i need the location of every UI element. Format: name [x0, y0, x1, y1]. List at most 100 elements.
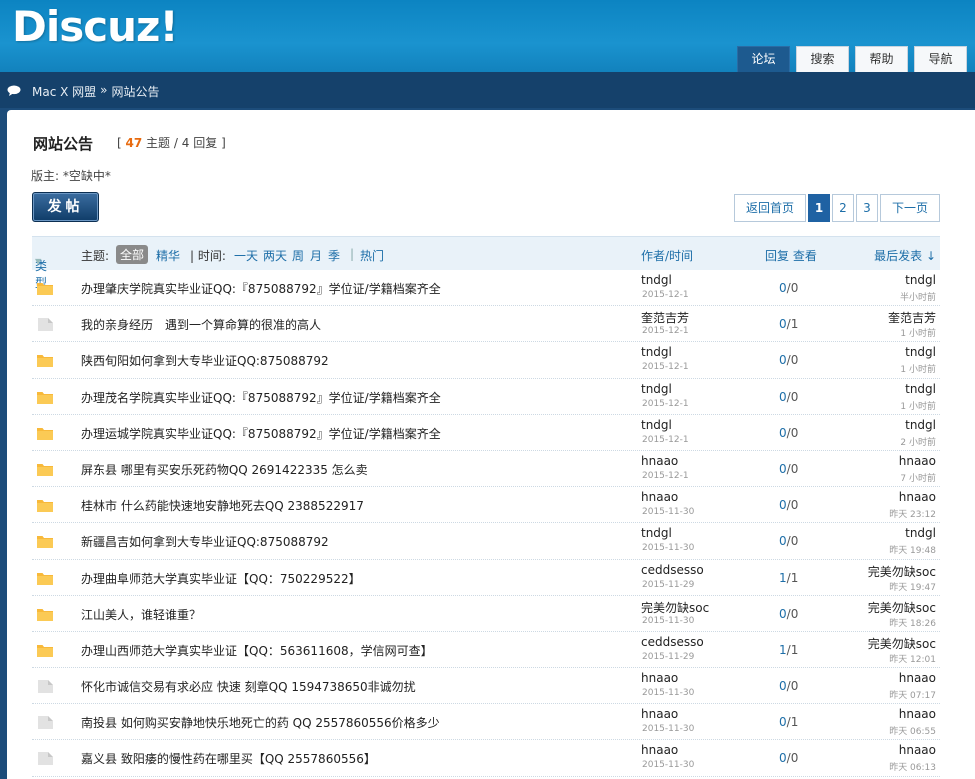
- reply-count[interactable]: 0: [779, 498, 787, 512]
- reply-count[interactable]: 0: [779, 751, 787, 765]
- last-post-time[interactable]: 昨天 07:17: [889, 688, 936, 701]
- reply-count[interactable]: 0: [779, 426, 787, 440]
- last-post-time[interactable]: 昨天 23:12: [889, 507, 936, 520]
- breadcrumb-current-link[interactable]: 网站公告: [112, 83, 160, 100]
- sort-author-time[interactable]: 作者/时间: [641, 247, 693, 264]
- last-post-time[interactable]: 昨天 12:01: [889, 652, 936, 665]
- thread-title-link[interactable]: 屏东县 哪里有买安乐死药物QQ 2691422335 怎么卖: [81, 461, 368, 478]
- last-poster-link[interactable]: hnaao: [899, 671, 936, 685]
- next-page-button[interactable]: 下一页: [880, 194, 940, 222]
- new-post-button[interactable]: 发帖: [32, 192, 99, 222]
- last-post-time[interactable]: 昨天 06:55: [889, 724, 936, 737]
- thread-author-link[interactable]: 完美勿缺soc: [641, 599, 709, 616]
- thread-author-link[interactable]: tndgl: [641, 526, 672, 540]
- thread-title-link[interactable]: 嘉义县 致阳痿的慢性药在哪里买【QQ 2557860556】: [81, 750, 376, 767]
- reply-count[interactable]: 0: [779, 679, 787, 693]
- reply-count[interactable]: 0: [779, 317, 787, 331]
- filter-time-week[interactable]: 周: [292, 247, 304, 264]
- last-post-time[interactable]: 1 小时前: [900, 399, 936, 412]
- reply-view-counts: 0/0: [779, 462, 798, 476]
- reply-count[interactable]: 0: [779, 462, 787, 476]
- reply-count[interactable]: 0: [779, 534, 787, 548]
- site-logo[interactable]: Discuz!: [12, 2, 179, 51]
- thread-title-link[interactable]: 我的亲身经历 遇到一个算命算的很准的高人: [81, 316, 321, 333]
- nav-tab-search[interactable]: 搜索: [796, 46, 849, 72]
- filter-time-month[interactable]: 月: [310, 247, 322, 264]
- last-poster-link[interactable]: hnaao: [899, 743, 936, 757]
- thread-author-link[interactable]: hnaao: [641, 743, 678, 757]
- last-post-time[interactable]: 1 小时前: [900, 326, 936, 339]
- last-poster-link[interactable]: tndgl: [905, 418, 936, 432]
- thread-row: 桂林市 什么药能快速地安静地死去QQ 2388522917 hnaao 2015-1…: [32, 487, 940, 524]
- last-poster-link[interactable]: 奎范吉芳: [888, 309, 936, 326]
- thread-title-link[interactable]: 江山美人，谁轻谁重？: [81, 606, 201, 623]
- thread-title-link[interactable]: 桂林市 什么药能快速地安静地死去QQ 2388522917: [81, 497, 364, 514]
- last-poster-link[interactable]: tndgl: [905, 526, 936, 540]
- reply-count[interactable]: 0: [779, 281, 787, 295]
- nav-tab-navigation[interactable]: 导航: [914, 46, 967, 72]
- last-post-time[interactable]: 昨天 19:47: [889, 580, 936, 593]
- filter-time-one-day[interactable]: 一天: [234, 247, 258, 264]
- breadcrumb-site-link[interactable]: Mac X 网盟: [32, 83, 96, 100]
- thread-author-link[interactable]: ceddsesso: [641, 563, 704, 577]
- thread-date: 2015-11-29: [642, 651, 695, 662]
- last-poster-link[interactable]: hnaao: [899, 707, 936, 721]
- nav-tab-help[interactable]: 帮助: [855, 46, 908, 72]
- filter-hot[interactable]: 热门: [360, 247, 384, 264]
- page-3-button[interactable]: 3: [856, 194, 878, 222]
- last-poster-link[interactable]: tndgl: [905, 382, 936, 396]
- thread-author-link[interactable]: hnaao: [641, 454, 678, 468]
- last-post-time[interactable]: 2 小时前: [900, 435, 936, 448]
- thread-title-link[interactable]: 办理运城学院真实毕业证QQ:『875088792』学位证/学籍档案齐全: [81, 425, 441, 442]
- last-poster-link[interactable]: hnaao: [899, 454, 936, 468]
- thread-title-link[interactable]: 怀化市诚信交易有求必应 快速 刻章QQ 1594738650非诚勿扰: [81, 678, 416, 695]
- last-poster-link[interactable]: 完美勿缺soc: [868, 563, 936, 580]
- last-post-time[interactable]: 昨天 19:48: [889, 543, 936, 556]
- thread-title-link[interactable]: 办理茂名学院真实毕业证QQ:『875088792』学位证/学籍档案齐全: [81, 389, 441, 406]
- page-2-button[interactable]: 2: [832, 194, 854, 222]
- reply-count-label: 回复: [193, 136, 218, 150]
- last-post-time[interactable]: 7 小时前: [900, 471, 936, 484]
- thread-author-link[interactable]: ceddsesso: [641, 635, 704, 649]
- filter-all[interactable]: 全部: [116, 245, 149, 264]
- thread-author-link[interactable]: hnaao: [641, 707, 678, 721]
- last-poster-link[interactable]: hnaao: [899, 490, 936, 504]
- thread-title-link[interactable]: 办理山西师范大学真实毕业证【QQ：563611608，学信网可查】: [81, 642, 433, 659]
- sort-reply-view[interactable]: 回复 查看: [765, 247, 817, 264]
- last-post-time[interactable]: 昨天 06:13: [889, 760, 936, 773]
- page-1-button[interactable]: 1: [808, 194, 830, 222]
- thread-title-link[interactable]: 新疆昌吉如何拿到大专毕业证QQ:875088792: [81, 533, 329, 550]
- last-poster-link[interactable]: tndgl: [905, 273, 936, 287]
- last-poster-link[interactable]: 完美勿缺soc: [868, 599, 936, 616]
- view-count: 0: [790, 534, 799, 549]
- back-to-home-button[interactable]: 返回首页: [734, 194, 806, 222]
- last-poster-link[interactable]: tndgl: [905, 345, 936, 359]
- thread-date: 2015-11-30: [642, 543, 695, 554]
- thread-author-link[interactable]: tndgl: [641, 418, 672, 432]
- reply-count[interactable]: 0: [779, 607, 787, 621]
- thread-author-link[interactable]: tndgl: [641, 273, 672, 287]
- reply-count[interactable]: 1: [779, 643, 787, 657]
- filter-digest[interactable]: 精华: [156, 247, 180, 264]
- thread-title-link[interactable]: 陕西旬阳如何拿到大专毕业证QQ:875088792: [81, 352, 329, 369]
- last-post-time[interactable]: 1 小时前: [900, 362, 936, 375]
- nav-tab-forum[interactable]: 论坛: [737, 46, 790, 72]
- sort-last-post[interactable]: 最后发表 ↓: [874, 247, 936, 264]
- thread-author-link[interactable]: hnaao: [641, 671, 678, 685]
- last-post-time[interactable]: 昨天 18:26: [889, 616, 936, 629]
- last-poster-link[interactable]: 完美勿缺soc: [868, 635, 936, 652]
- last-post-time[interactable]: 半小时前: [900, 290, 936, 303]
- thread-author-link[interactable]: tndgl: [641, 345, 672, 359]
- thread-author-link[interactable]: 奎范吉芳: [641, 309, 689, 326]
- reply-count[interactable]: 1: [779, 571, 787, 585]
- thread-author-link[interactable]: hnaao: [641, 490, 678, 504]
- thread-title-link[interactable]: 南投县 如何购买安静地快乐地死亡的药 QQ 2557860556价格多少: [81, 714, 440, 731]
- reply-count[interactable]: 0: [779, 353, 787, 367]
- filter-time-quarter[interactable]: 季: [328, 247, 340, 264]
- filter-time-two-days[interactable]: 两天: [263, 247, 287, 264]
- reply-count[interactable]: 0: [779, 715, 787, 729]
- thread-author-link[interactable]: tndgl: [641, 382, 672, 396]
- thread-title-link[interactable]: 办理肇庆学院真实毕业证QQ:『875088792』学位证/学籍档案齐全: [81, 280, 441, 297]
- reply-count[interactable]: 0: [779, 390, 787, 404]
- thread-title-link[interactable]: 办理曲阜师范大学真实毕业证【QQ：750229522】: [81, 570, 361, 587]
